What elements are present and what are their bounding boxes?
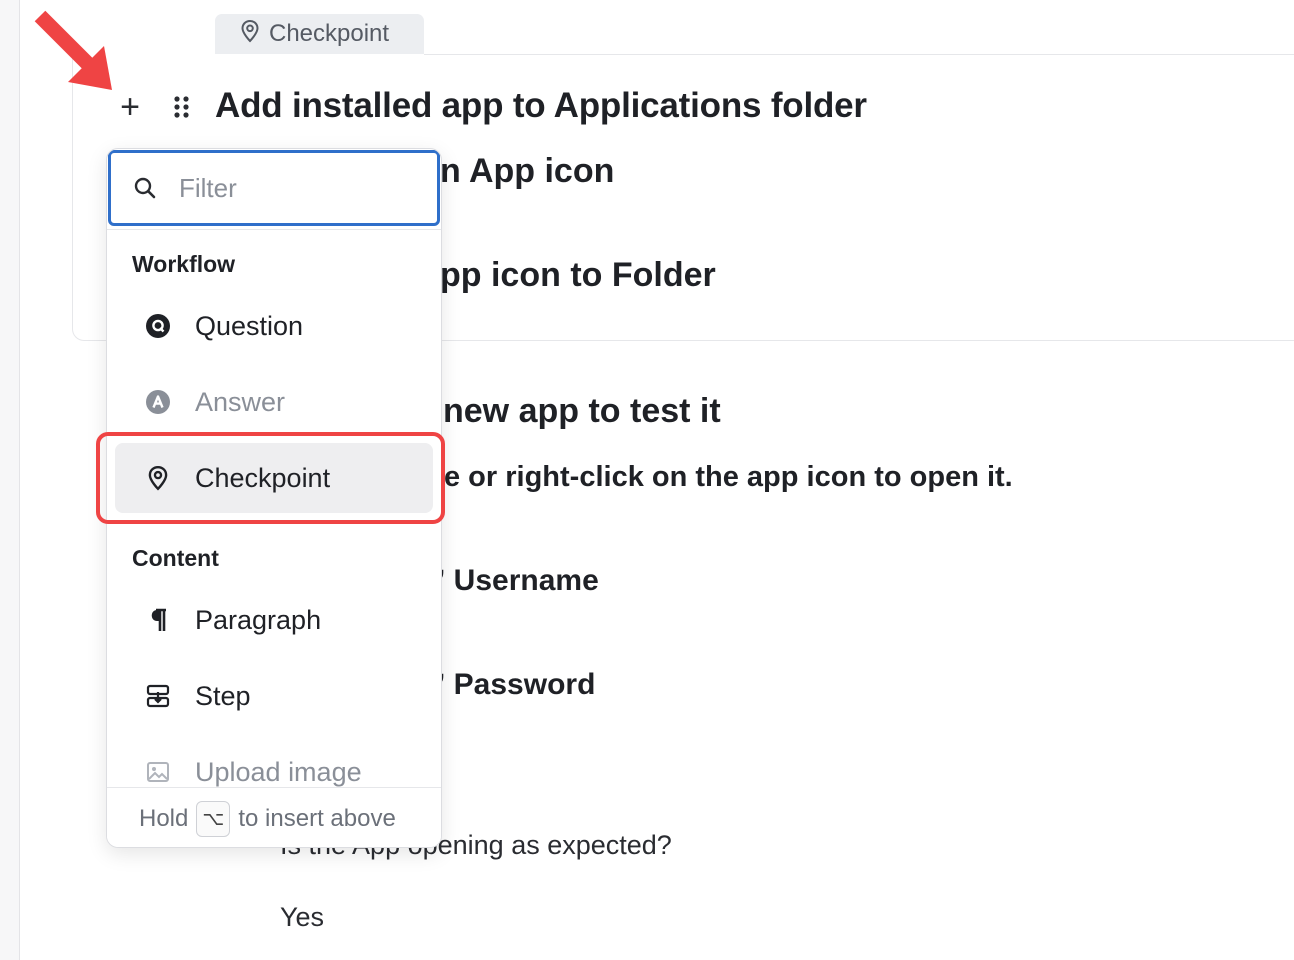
insert-block-menu: Workflow Question Answer Checkpoint Cont…: [106, 148, 442, 848]
add-block-button[interactable]: +: [117, 90, 143, 124]
menu-item-label: Answer: [195, 386, 286, 417]
left-rail: [0, 0, 20, 960]
search-icon: [134, 177, 156, 199]
section-content: Content: [132, 545, 219, 571]
menu-item-step[interactable]: Step: [115, 661, 433, 731]
menu-item-label: Upload image: [195, 756, 362, 787]
answer-text[interactable]: Yes: [280, 902, 324, 933]
pilcrow-icon: [143, 605, 173, 635]
section-workflow: Workflow: [132, 251, 236, 277]
image-icon: [143, 757, 173, 787]
menu-item-answer[interactable]: Answer: [115, 367, 433, 437]
step-2-title[interactable]: new app to test it: [443, 392, 721, 431]
step-2-description[interactable]: e or right-click on the app icon to open…: [444, 461, 1013, 494]
substep-1-text[interactable]: n App icon: [440, 152, 614, 191]
menu-item-question[interactable]: Question: [115, 291, 433, 361]
checkpoint-chip[interactable]: Checkpoint: [215, 14, 424, 54]
drag-handle-icon[interactable]: [172, 95, 192, 121]
map-pin-icon: [143, 463, 173, 493]
map-pin-icon: [240, 19, 260, 50]
filter-input[interactable]: [177, 171, 401, 205]
annotation-arrow-icon: [34, 10, 112, 90]
menu-item-label: Paragraph: [195, 604, 322, 635]
password-label[interactable]: ʼ Password: [437, 668, 595, 702]
hint-suffix: to insert above: [238, 804, 396, 832]
menu-item-checkpoint[interactable]: Checkpoint: [115, 443, 433, 513]
step-title[interactable]: Add installed app to Applications folder: [215, 86, 867, 126]
menu-footer-hint: Hold ⌥ to insert above: [107, 787, 441, 847]
username-label[interactable]: ʼ Username: [437, 564, 599, 598]
menu-item-label: Checkpoint: [195, 462, 331, 493]
hint-prefix: Hold: [139, 804, 189, 832]
filter-field[interactable]: [108, 150, 440, 226]
menu-item-label: Question: [195, 310, 304, 341]
step-icon: [143, 681, 173, 711]
question-badge-icon: [143, 311, 173, 341]
divider: [107, 229, 441, 230]
menu-item-label: Step: [195, 680, 251, 711]
answer-badge-icon: [143, 387, 173, 417]
substep-2-text[interactable]: pp icon to Folder: [440, 256, 716, 295]
menu-item-paragraph[interactable]: Paragraph: [115, 585, 433, 655]
chip-label: Checkpoint: [269, 20, 390, 47]
option-key-icon: ⌥: [196, 800, 231, 837]
